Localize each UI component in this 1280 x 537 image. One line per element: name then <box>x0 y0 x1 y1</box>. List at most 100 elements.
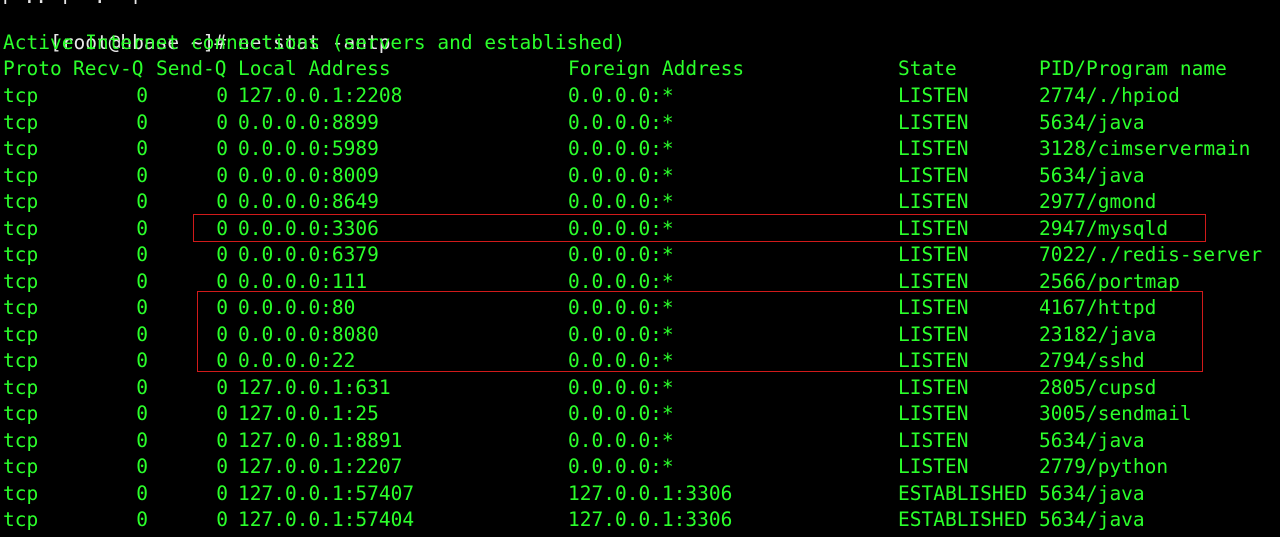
cell-send-q: 0 <box>216 375 228 399</box>
cell-proto: tcp <box>3 296 39 319</box>
table-row: tcp 0 0 0.0.0.0:8009 0.0.0.0:* LISTEN 5634/jav… <box>3 163 1280 190</box>
cell-recv-q: 0 <box>136 269 148 293</box>
cell-proto: tcp <box>3 402 39 425</box>
table-row: tcp 0 0 127.0.0.1:57407 127.0.0.1:3306 ESTABL… <box>3 481 1280 508</box>
cell-local-address: 127.0.0.1:2208 <box>238 84 403 107</box>
cell-local-address: 127.0.0.1:57407 <box>238 481 415 505</box>
cell-state: LISTEN <box>898 137 969 160</box>
cell-local-address: 0.0.0.0:5989 <box>238 137 379 160</box>
cell-send-q: 0 <box>216 84 228 107</box>
cell-send-q: 0 <box>216 508 228 531</box>
table-row: tcp 0 0 0.0.0.0:6379 0.0.0.0:* LISTEN 7022/./r… <box>3 242 1280 269</box>
cell-state: LISTEN <box>898 110 969 134</box>
cell-local-address: 127.0.0.1:631 <box>238 375 391 399</box>
cell-recv-q: 0 <box>136 481 148 505</box>
cell-foreign-address: 0.0.0.0:* <box>568 243 674 266</box>
cell-recv-q: 0 <box>136 322 148 346</box>
header-recv-q: Recv-Q <box>73 57 144 80</box>
cell-state: LISTEN <box>898 163 969 187</box>
cell-foreign-address: 0.0.0.0:* <box>568 190 674 213</box>
cell-proto: tcp <box>3 243 39 266</box>
table-row: tcp 0 0 127.0.0.1:2208 0.0.0.0:* LISTEN 2774/.… <box>3 83 1280 110</box>
cell-recv-q: 0 <box>136 84 148 107</box>
header-proto: Proto <box>3 57 62 80</box>
header-local-address: Local Address <box>238 57 391 80</box>
cell-foreign-address: 0.0.0.0:* <box>568 375 674 399</box>
cell-proto: tcp <box>3 190 39 213</box>
table-row: tcp 0 0 127.0.0.1:25 0.0.0.0:* LISTEN 3005/sen… <box>3 401 1280 428</box>
cell-proto: tcp <box>3 269 39 293</box>
cell-recv-q: 0 <box>136 110 148 134</box>
cell-send-q: 0 <box>216 402 228 425</box>
cell-local-address: 0.0.0.0:6379 <box>238 243 379 266</box>
cell-recv-q: 0 <box>136 243 148 266</box>
cell-proto: tcp <box>3 163 39 187</box>
cell-pid-program: 3005/sendmail <box>1039 402 1192 425</box>
cell-pid-program: 7022/./redis-server <box>1039 243 1263 266</box>
cell-recv-q: 0 <box>136 137 148 160</box>
table-row: tcp 0 0 127.0.0.1:2207 0.0.0.0:* LISTEN 2779/p… <box>3 454 1280 481</box>
terminal-window[interactable]: [ .. ] . ] [root@hbase ~]# netstat -antp… <box>0 0 1280 537</box>
cell-recv-q: 0 <box>136 296 148 319</box>
cell-send-q: 0 <box>216 428 228 452</box>
cell-foreign-address: 0.0.0.0:* <box>568 110 674 134</box>
cell-proto: tcp <box>3 349 39 372</box>
cell-pid-program: 2774/./hpiod <box>1039 84 1180 107</box>
cell-send-q: 0 <box>216 110 228 134</box>
cell-recv-q: 0 <box>136 402 148 425</box>
output-banner: Active Internet connections (servers and… <box>3 31 626 54</box>
cell-proto: tcp <box>3 137 39 160</box>
cell-state: LISTEN <box>898 190 969 213</box>
cell-proto: tcp <box>3 481 39 505</box>
cell-pid-program: 3128/cimservermain <box>1039 137 1251 160</box>
header-pid-program: PID/Program name <box>1039 57 1227 80</box>
cell-pid-program: 2805/cupsd <box>1039 375 1157 399</box>
cell-state: LISTEN <box>898 402 969 425</box>
cell-local-address: 0.0.0.0:8649 <box>238 190 379 213</box>
cell-proto: tcp <box>3 110 39 134</box>
highlight-box-web-ports <box>197 291 1203 372</box>
cell-proto: tcp <box>3 455 39 478</box>
cell-proto: tcp <box>3 375 39 399</box>
cell-proto: tcp <box>3 84 39 107</box>
cell-send-q: 0 <box>216 481 228 505</box>
header-foreign-address: Foreign Address <box>568 57 745 80</box>
cell-send-q: 0 <box>216 243 228 266</box>
cell-local-address: 0.0.0.0:8009 <box>238 163 379 187</box>
table-row: tcp 0 0 127.0.0.1:631 0.0.0.0:* LISTEN 2805/cu… <box>3 375 1280 402</box>
cell-recv-q: 0 <box>136 455 148 478</box>
cell-pid-program: 5634/java <box>1039 481 1145 505</box>
cell-pid-program: 5634/java <box>1039 508 1145 531</box>
cell-foreign-address: 0.0.0.0:* <box>568 163 674 187</box>
cell-local-address: 127.0.0.1:57404 <box>238 508 415 531</box>
cell-state: LISTEN <box>898 455 969 478</box>
cell-local-address: 127.0.0.1:8891 <box>238 428 403 452</box>
header-send-q: Send-Q <box>156 57 227 80</box>
command-line: [root@hbase ~]# netstat -antp <box>3 3 390 54</box>
table-row: tcp 0 0 127.0.0.1:57404 127.0.0.1:3306 ESTABL… <box>3 507 1280 534</box>
table-row: tcp 0 0 0.0.0.0:8899 0.0.0.0:* LISTEN 5634/jav… <box>3 110 1280 137</box>
cell-recv-q: 0 <box>136 508 148 531</box>
cell-pid-program: 2977/gmond <box>1039 190 1157 213</box>
cell-state: ESTABLISHED <box>898 508 1028 531</box>
cell-recv-q: 0 <box>136 216 148 240</box>
cell-recv-q: 0 <box>136 163 148 187</box>
cell-proto: tcp <box>3 428 39 452</box>
cell-local-address: 127.0.0.1:2207 <box>238 455 403 478</box>
header-state: State <box>898 57 957 80</box>
highlight-box-mysql <box>193 214 1206 242</box>
cell-proto: tcp <box>3 322 39 346</box>
table-header-row: Proto Recv-Q Send-Q Local Address Foreig… <box>3 56 1280 83</box>
cell-pid-program: 5634/java <box>1039 428 1145 452</box>
table-row: tcp 0 0 0.0.0.0:5989 0.0.0.0:* LISTEN 3128/cim… <box>3 136 1280 163</box>
cell-pid-program: 5634/java <box>1039 163 1145 187</box>
cell-send-q: 0 <box>216 455 228 478</box>
cell-foreign-address: 0.0.0.0:* <box>568 84 674 107</box>
cell-state: ESTABLISHED <box>898 481 1028 505</box>
cell-foreign-address: 0.0.0.0:* <box>568 137 674 160</box>
cell-recv-q: 0 <box>136 428 148 452</box>
cell-pid-program: 2779/python <box>1039 455 1169 478</box>
cell-foreign-address: 127.0.0.1:3306 <box>568 508 733 531</box>
cell-state: LISTEN <box>898 428 969 452</box>
cell-foreign-address: 0.0.0.0:* <box>568 428 674 452</box>
